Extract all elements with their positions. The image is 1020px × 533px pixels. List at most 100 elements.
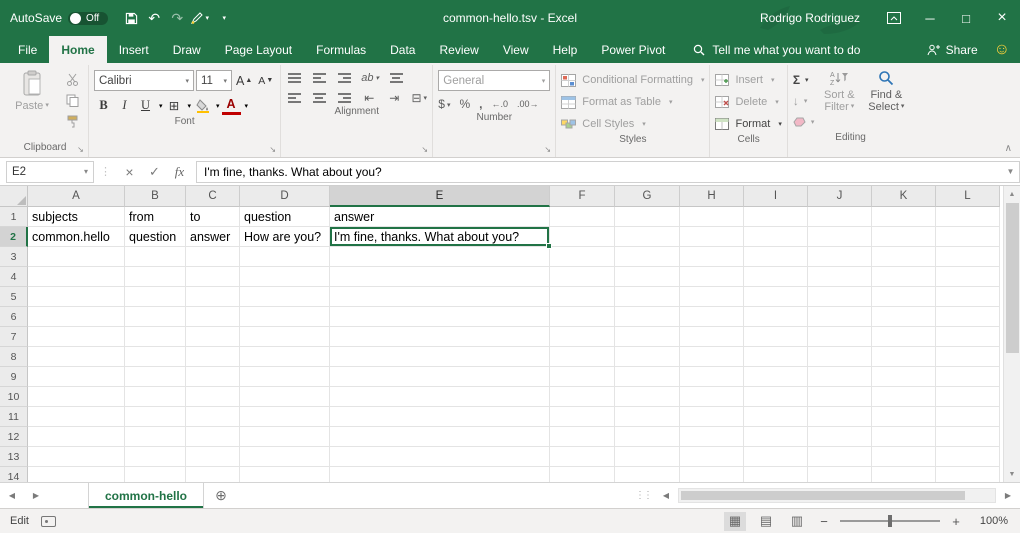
cell-C13[interactable] bbox=[186, 447, 240, 467]
zoom-in-button[interactable]: + bbox=[949, 514, 963, 529]
hscroll-right-button[interactable]: ▶ bbox=[996, 483, 1020, 508]
cell-J7[interactable] bbox=[808, 327, 872, 347]
cell-C14[interactable] bbox=[186, 467, 240, 482]
row-header-9[interactable]: 9 bbox=[0, 367, 28, 387]
cell-D12[interactable] bbox=[240, 427, 330, 447]
cell-A12[interactable] bbox=[28, 427, 125, 447]
cell-I14[interactable] bbox=[744, 467, 808, 482]
cell-G8[interactable] bbox=[615, 347, 680, 367]
cell-D6[interactable] bbox=[240, 307, 330, 327]
cell-C9[interactable] bbox=[186, 367, 240, 387]
cell-H3[interactable] bbox=[680, 247, 744, 267]
cell-J8[interactable] bbox=[808, 347, 872, 367]
cell-I12[interactable] bbox=[744, 427, 808, 447]
cell-J13[interactable] bbox=[808, 447, 872, 467]
cell-B6[interactable] bbox=[125, 307, 186, 327]
cell-E13[interactable] bbox=[330, 447, 550, 467]
fill-color-caret[interactable]: ▾ bbox=[216, 102, 220, 110]
cell-D14[interactable] bbox=[240, 467, 330, 482]
row-header-11[interactable]: 11 bbox=[0, 407, 28, 427]
cell-H2[interactable] bbox=[680, 227, 744, 247]
copy-button[interactable] bbox=[61, 91, 83, 110]
cell-F9[interactable] bbox=[550, 367, 615, 387]
row-header-6[interactable]: 6 bbox=[0, 307, 28, 327]
column-header-E[interactable]: E bbox=[330, 186, 550, 207]
cell-styles-button[interactable]: Cell Styles▾ bbox=[561, 115, 704, 133]
percent-style-button[interactable]: % bbox=[459, 97, 470, 111]
cell-F5[interactable] bbox=[550, 287, 615, 307]
qat-customize-button[interactable]: ▾ bbox=[213, 6, 233, 30]
align-bottom-button[interactable] bbox=[336, 73, 352, 83]
cell-I9[interactable] bbox=[744, 367, 808, 387]
maximize-button[interactable]: □ bbox=[948, 0, 984, 36]
cell-F6[interactable] bbox=[550, 307, 615, 327]
column-header-D[interactable]: D bbox=[240, 186, 330, 207]
cell-K9[interactable] bbox=[872, 367, 936, 387]
sheet-nav-right-button[interactable]: ▶ bbox=[24, 483, 48, 508]
feedback-smiley-button[interactable]: ☺ bbox=[994, 42, 1010, 58]
horizontal-scrollbar[interactable] bbox=[678, 488, 996, 503]
row-header-14[interactable]: 14 bbox=[0, 467, 28, 482]
cell-A9[interactable] bbox=[28, 367, 125, 387]
cell-L9[interactable] bbox=[936, 367, 1000, 387]
cell-L14[interactable] bbox=[936, 467, 1000, 482]
redo-button[interactable]: ↷ bbox=[167, 6, 187, 30]
cell-A10[interactable] bbox=[28, 387, 125, 407]
cell-K7[interactable] bbox=[872, 327, 936, 347]
cell-J2[interactable] bbox=[808, 227, 872, 247]
collapse-ribbon-button[interactable]: ∧ bbox=[1005, 143, 1012, 154]
vertical-scrollbar[interactable]: ▲ ▼ bbox=[1003, 186, 1020, 482]
fill-button[interactable]: ↓▾ bbox=[793, 92, 815, 110]
cell-K2[interactable] bbox=[872, 227, 936, 247]
sheet-nav-left-button[interactable]: ◀ bbox=[0, 483, 24, 508]
cell-D2[interactable]: How are you? bbox=[240, 227, 330, 247]
cell-A1[interactable]: subjects bbox=[28, 207, 125, 227]
cell-G13[interactable] bbox=[615, 447, 680, 467]
cell-B11[interactable] bbox=[125, 407, 186, 427]
tab-draw[interactable]: Draw bbox=[161, 36, 213, 63]
cell-E8[interactable] bbox=[330, 347, 550, 367]
cell-F3[interactable] bbox=[550, 247, 615, 267]
cell-H7[interactable] bbox=[680, 327, 744, 347]
cell-A11[interactable] bbox=[28, 407, 125, 427]
underline-caret[interactable]: ▾ bbox=[159, 102, 163, 110]
cell-L6[interactable] bbox=[936, 307, 1000, 327]
tab-power-pivot[interactable]: Power Pivot bbox=[589, 36, 677, 63]
cell-G1[interactable] bbox=[615, 207, 680, 227]
decrease-decimal-button[interactable]: .00→ bbox=[517, 99, 539, 109]
cell-F7[interactable] bbox=[550, 327, 615, 347]
cell-G3[interactable] bbox=[615, 247, 680, 267]
align-top-button[interactable] bbox=[286, 73, 302, 83]
cell-C6[interactable] bbox=[186, 307, 240, 327]
page-break-view-button[interactable]: ▥ bbox=[786, 512, 808, 531]
cell-F1[interactable] bbox=[550, 207, 615, 227]
cell-G12[interactable] bbox=[615, 427, 680, 447]
decrease-indent-button[interactable]: ⇤ bbox=[361, 91, 377, 105]
cell-A7[interactable] bbox=[28, 327, 125, 347]
zoom-slider-thumb[interactable] bbox=[888, 515, 892, 527]
cell-H8[interactable] bbox=[680, 347, 744, 367]
column-header-F[interactable]: F bbox=[550, 186, 615, 207]
cell-H5[interactable] bbox=[680, 287, 744, 307]
sheet-tab-common-hello[interactable]: common-hello bbox=[88, 483, 204, 508]
autosum-button[interactable]: Σ▾ bbox=[793, 71, 815, 89]
cell-E3[interactable] bbox=[330, 247, 550, 267]
cell-B14[interactable] bbox=[125, 467, 186, 482]
row-header-7[interactable]: 7 bbox=[0, 327, 28, 347]
clear-button[interactable]: ▾ bbox=[793, 113, 815, 131]
number-format-combo[interactable]: General▾ bbox=[438, 70, 550, 91]
cell-E14[interactable] bbox=[330, 467, 550, 482]
format-painter-button[interactable] bbox=[61, 112, 83, 131]
column-header-A[interactable]: A bbox=[28, 186, 125, 207]
format-cells-button[interactable]: Format▾ bbox=[715, 115, 781, 133]
decrease-font-button[interactable]: A▼ bbox=[256, 71, 275, 90]
cell-F14[interactable] bbox=[550, 467, 615, 482]
cell-K13[interactable] bbox=[872, 447, 936, 467]
column-header-C[interactable]: C bbox=[186, 186, 240, 207]
ribbon-display-options-button[interactable] bbox=[876, 0, 912, 36]
cell-F11[interactable] bbox=[550, 407, 615, 427]
cell-G4[interactable] bbox=[615, 267, 680, 287]
number-dialog-launcher[interactable]: ↘ bbox=[542, 144, 553, 155]
cell-J9[interactable] bbox=[808, 367, 872, 387]
row-header-13[interactable]: 13 bbox=[0, 447, 28, 467]
